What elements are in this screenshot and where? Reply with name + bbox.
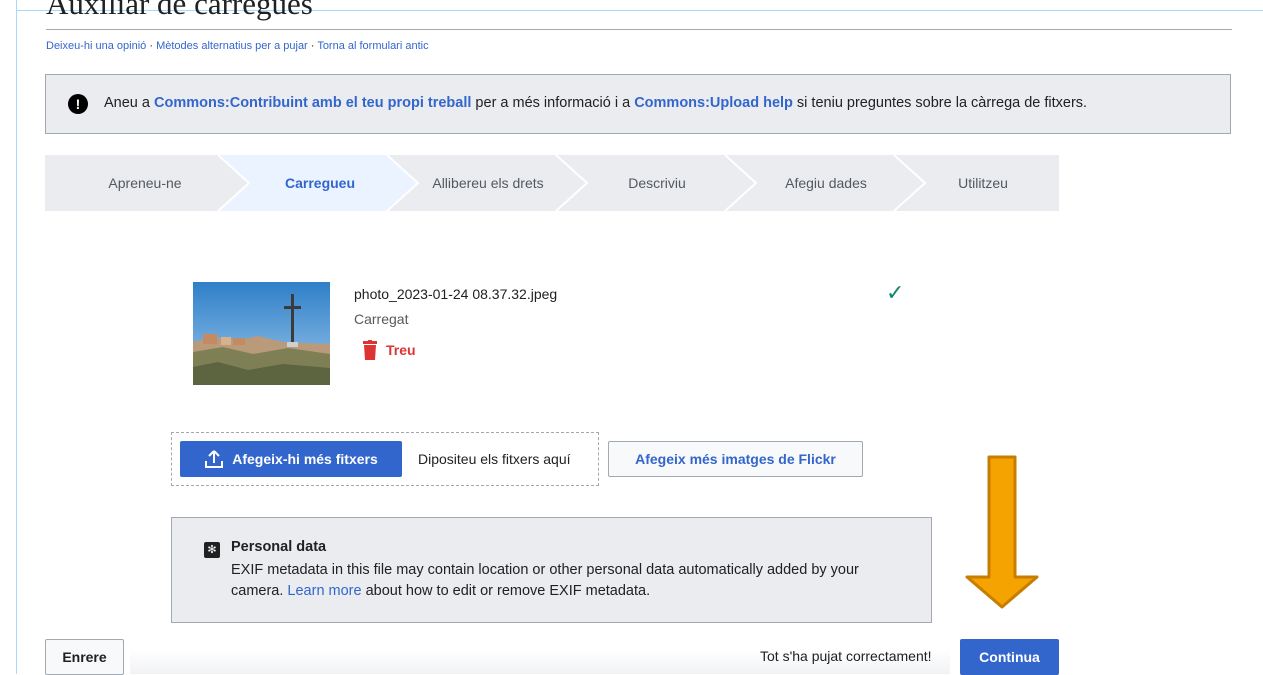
drop-zone-text: Dipositeu els fitxers aquí xyxy=(418,451,571,467)
feedback-link[interactable]: Deixeu-hi una opinió xyxy=(46,40,146,52)
add-more-files-label: Afegeix-hi més fitxers xyxy=(232,451,378,467)
file-name: photo_2023-01-24 08.37.32.jpeg xyxy=(354,286,558,302)
back-button[interactable]: Enrere xyxy=(45,639,124,675)
step-use: Utilitzeu xyxy=(958,175,1008,191)
step-learn: Apreneu-ne xyxy=(108,175,182,191)
trash-icon xyxy=(363,340,377,360)
exclamation-icon: ! xyxy=(68,94,88,114)
wizard-steps: Apreneu-ne Carregueu Allibereu els drets… xyxy=(45,155,1059,211)
add-more-files-button[interactable]: Afegeix-hi més fitxers xyxy=(180,441,402,477)
content-left-border xyxy=(16,0,17,674)
personal-data-text-end: about how to edit or remove EXIF metadat… xyxy=(361,583,651,599)
learn-more-link[interactable]: Learn more xyxy=(287,583,361,599)
own-work-link[interactable]: Commons:Contribuint amb el teu propi tre… xyxy=(154,95,471,111)
step-release-rights: Allibereu els drets xyxy=(432,175,544,191)
title-divider xyxy=(46,29,1232,30)
old-form-link[interactable]: Torna al formulari antic xyxy=(317,40,428,52)
add-flickr-images-button[interactable]: Afegeix més imatges de Flickr xyxy=(608,441,863,477)
notice-text: Aneu a Commons:Contribuint amb el teu pr… xyxy=(104,95,1087,111)
personal-data-title: Personal data xyxy=(231,539,327,555)
remove-file-button[interactable]: Treu xyxy=(362,340,416,360)
upload-icon xyxy=(205,450,224,468)
step-upload: Carregueu xyxy=(284,175,356,191)
header-links: Deixeu-hi una opinió · Mètodes alternati… xyxy=(46,40,429,52)
remove-label: Treu xyxy=(386,342,416,358)
upload-help-link[interactable]: Commons:Upload help xyxy=(634,95,793,111)
upload-success-text: Tot s'ha pujat correctament! xyxy=(760,648,932,664)
step-describe: Descriviu xyxy=(628,175,686,191)
link-separator: · xyxy=(146,40,157,52)
notice-suffix: si teniu preguntes sobre la càrrega de f… xyxy=(792,95,1088,111)
continue-button[interactable]: Continua xyxy=(960,639,1059,675)
step-add-data: Afegiu dades xyxy=(785,175,867,191)
check-icon: ✓ xyxy=(886,280,905,305)
link-separator: · xyxy=(307,40,318,52)
info-notice: ! Aneu a Commons:Contribuint amb el teu … xyxy=(45,74,1231,134)
settings-icon: ✻ xyxy=(204,542,220,558)
down-arrow-annotation xyxy=(965,455,1039,609)
file-status: Carregat xyxy=(354,311,409,327)
page-title: Auxiliar de càrregues xyxy=(46,0,313,21)
file-thumbnail xyxy=(193,282,330,385)
notice-middle: per a més informació i a xyxy=(471,95,635,111)
alternative-methods-link[interactable]: Mètodes alternatius per a pujar xyxy=(156,40,308,52)
notice-prefix: Aneu a xyxy=(104,95,154,111)
personal-data-notice: ✻ Personal data EXIF metadata in this fi… xyxy=(171,517,932,623)
personal-data-body: EXIF metadata in this file may contain l… xyxy=(231,560,911,602)
